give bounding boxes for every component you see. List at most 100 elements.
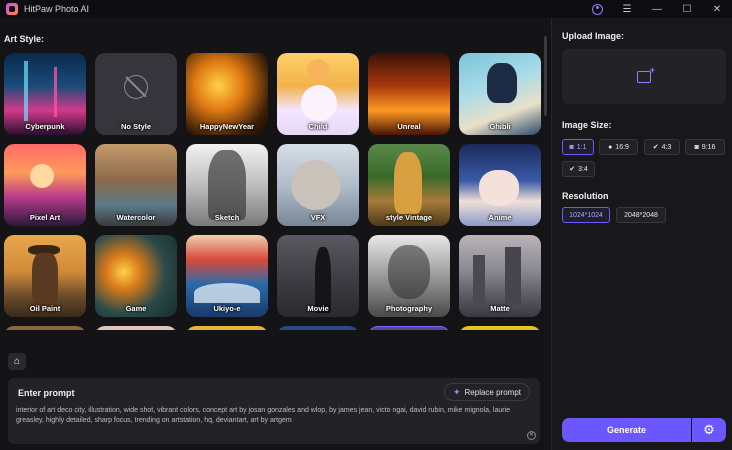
- style-label: Matte: [490, 304, 510, 313]
- maximize-icon: ☐: [682, 3, 692, 15]
- size-label: 1:1: [576, 143, 587, 151]
- hair-figure: [487, 63, 517, 103]
- style-tile-oil-paint[interactable]: Oil Paint: [4, 235, 86, 317]
- add-image-icon: [637, 65, 655, 83]
- style-tile-ghibli[interactable]: Ghibli: [459, 53, 541, 135]
- resolution-option-1024[interactable]: 1024*1024: [562, 207, 610, 223]
- cat-figure: [291, 160, 341, 210]
- close-button[interactable]: ✕: [702, 0, 732, 18]
- style-tile-happynewyear[interactable]: HappyNewYear: [186, 53, 268, 135]
- settings-panel: Upload Image: Image Size: ◙ 1:1 ● 16:9 ✔…: [551, 18, 732, 450]
- generate-button[interactable]: Generate: [562, 418, 691, 442]
- cat-figure: [394, 152, 422, 214]
- cat-figure: [301, 85, 337, 121]
- size-option-3-4[interactable]: ✔ 3:4: [562, 161, 595, 177]
- tower-shape: [505, 247, 521, 305]
- style-label: Child: [308, 122, 328, 131]
- sparkle-icon: ✦: [452, 386, 461, 397]
- style-label: Cyberpunk: [25, 122, 65, 131]
- account-button[interactable]: [582, 0, 612, 18]
- prompt-box: Enter prompt ✦ Replace prompt interior o…: [8, 378, 540, 444]
- home-button[interactable]: ⌂: [8, 353, 26, 370]
- style-tile-vintage[interactable]: style Vintage: [368, 144, 450, 226]
- style-label: style Vintage: [385, 213, 433, 222]
- style-label: No Style: [120, 122, 151, 131]
- size-label: 9:16: [701, 143, 716, 151]
- menu-icon: ☰: [622, 3, 632, 15]
- style-label: HappyNewYear: [199, 122, 255, 131]
- size-option-4-3[interactable]: ✔ 4:3: [644, 139, 680, 155]
- style-tile-vfx[interactable]: VFX: [277, 144, 359, 226]
- style-label: Ghibli: [489, 122, 511, 131]
- size-option-1-1[interactable]: ◙ 1:1: [562, 139, 594, 155]
- style-tile-child[interactable]: Child: [277, 53, 359, 135]
- neon-bar: [54, 67, 57, 117]
- clear-icon[interactable]: ✕: [527, 431, 536, 440]
- art-style-title: Art Style:: [4, 34, 45, 44]
- style-tile-matte[interactable]: Matte: [459, 235, 541, 317]
- style-label: Game: [125, 304, 147, 313]
- prompt-title: Enter prompt: [18, 388, 75, 398]
- replace-prompt-label: Replace prompt: [464, 387, 522, 397]
- app-window: HitPaw Photo AI ☰ — ☐ ✕ Art Style: Cyber…: [0, 0, 732, 450]
- facebook-icon: ●: [608, 143, 613, 151]
- tower-shape: [473, 255, 485, 305]
- style-label: Ukiyo-e: [213, 304, 241, 313]
- upload-image-title: Upload Image:: [562, 31, 625, 41]
- style-tile-anime[interactable]: Anime: [459, 144, 541, 226]
- twitter-icon: ✔: [569, 166, 576, 173]
- size-label: 4:3: [661, 143, 672, 151]
- cowboy-figure: [32, 253, 58, 311]
- style-tile-cyberpunk[interactable]: Cyberpunk: [4, 53, 86, 135]
- style-tile-movie[interactable]: Movie: [277, 235, 359, 317]
- menu-button[interactable]: ☰: [612, 0, 642, 18]
- upload-image-dropzone[interactable]: [562, 49, 726, 104]
- app-title: HitPaw Photo AI: [24, 4, 90, 14]
- style-tile-unreal[interactable]: Unreal: [368, 53, 450, 135]
- style-label: Sketch: [214, 213, 240, 222]
- style-label: Oil Paint: [29, 304, 61, 313]
- resolution-option-2048[interactable]: 2048*2048: [616, 207, 666, 223]
- user-icon: [591, 3, 603, 15]
- style-tile-no-style[interactable]: No Style: [95, 53, 177, 135]
- resolution-label: 1024*1024: [569, 211, 603, 219]
- minimize-icon: —: [652, 3, 662, 15]
- style-label: Anime: [488, 213, 512, 222]
- size-label: 3:4: [578, 165, 588, 173]
- home-icon: ⌂: [13, 356, 21, 367]
- twitter-icon: ✔: [652, 144, 659, 151]
- style-tile-pixel-art[interactable]: Pixel Art: [4, 144, 86, 226]
- size-option-9-16[interactable]: ◙ 9:16: [685, 139, 725, 155]
- resolution-label: 2048*2048: [624, 211, 658, 219]
- gear-icon: ⚙: [703, 422, 715, 437]
- size-option-16-9[interactable]: ● 16:9: [599, 139, 638, 155]
- style-tile-ukiyo-e[interactable]: Ukiyo-e: [186, 235, 268, 317]
- app-logo-icon: [6, 3, 18, 15]
- style-tile-game[interactable]: Game: [95, 235, 177, 317]
- style-grid: Cyberpunk No Style HappyNewYear Child Un…: [4, 53, 542, 359]
- face-figure: [479, 170, 519, 206]
- neon-bar: [24, 61, 28, 121]
- style-label: Movie: [307, 304, 329, 313]
- child-figure: [307, 59, 329, 81]
- style-tile-sketch[interactable]: Sketch: [186, 144, 268, 226]
- generate-settings-button[interactable]: ⚙: [692, 418, 726, 442]
- warrior-figure: [208, 150, 246, 220]
- generate-label: Generate: [606, 425, 647, 435]
- portrait-figure: [388, 245, 430, 299]
- style-grid-scrollbar[interactable]: [544, 36, 547, 116]
- style-label: Pixel Art: [29, 213, 61, 222]
- style-label: Unreal: [397, 122, 421, 131]
- instagram-icon: ◙: [569, 143, 574, 151]
- style-label: VFX: [310, 213, 326, 222]
- prompt-textarea[interactable]: interior of art deco city, illustration,…: [16, 406, 532, 426]
- wave-shape: [194, 283, 260, 303]
- style-tile-watercolor[interactable]: Watercolor: [95, 144, 177, 226]
- maximize-button[interactable]: ☐: [672, 0, 702, 18]
- close-icon: ✕: [712, 3, 722, 15]
- style-tile-photography[interactable]: Photography: [368, 235, 450, 317]
- replace-prompt-button[interactable]: ✦ Replace prompt: [444, 383, 530, 401]
- sun-shape: [30, 164, 54, 188]
- window-controls: ☰ — ☐ ✕: [582, 0, 732, 18]
- minimize-button[interactable]: —: [642, 0, 672, 18]
